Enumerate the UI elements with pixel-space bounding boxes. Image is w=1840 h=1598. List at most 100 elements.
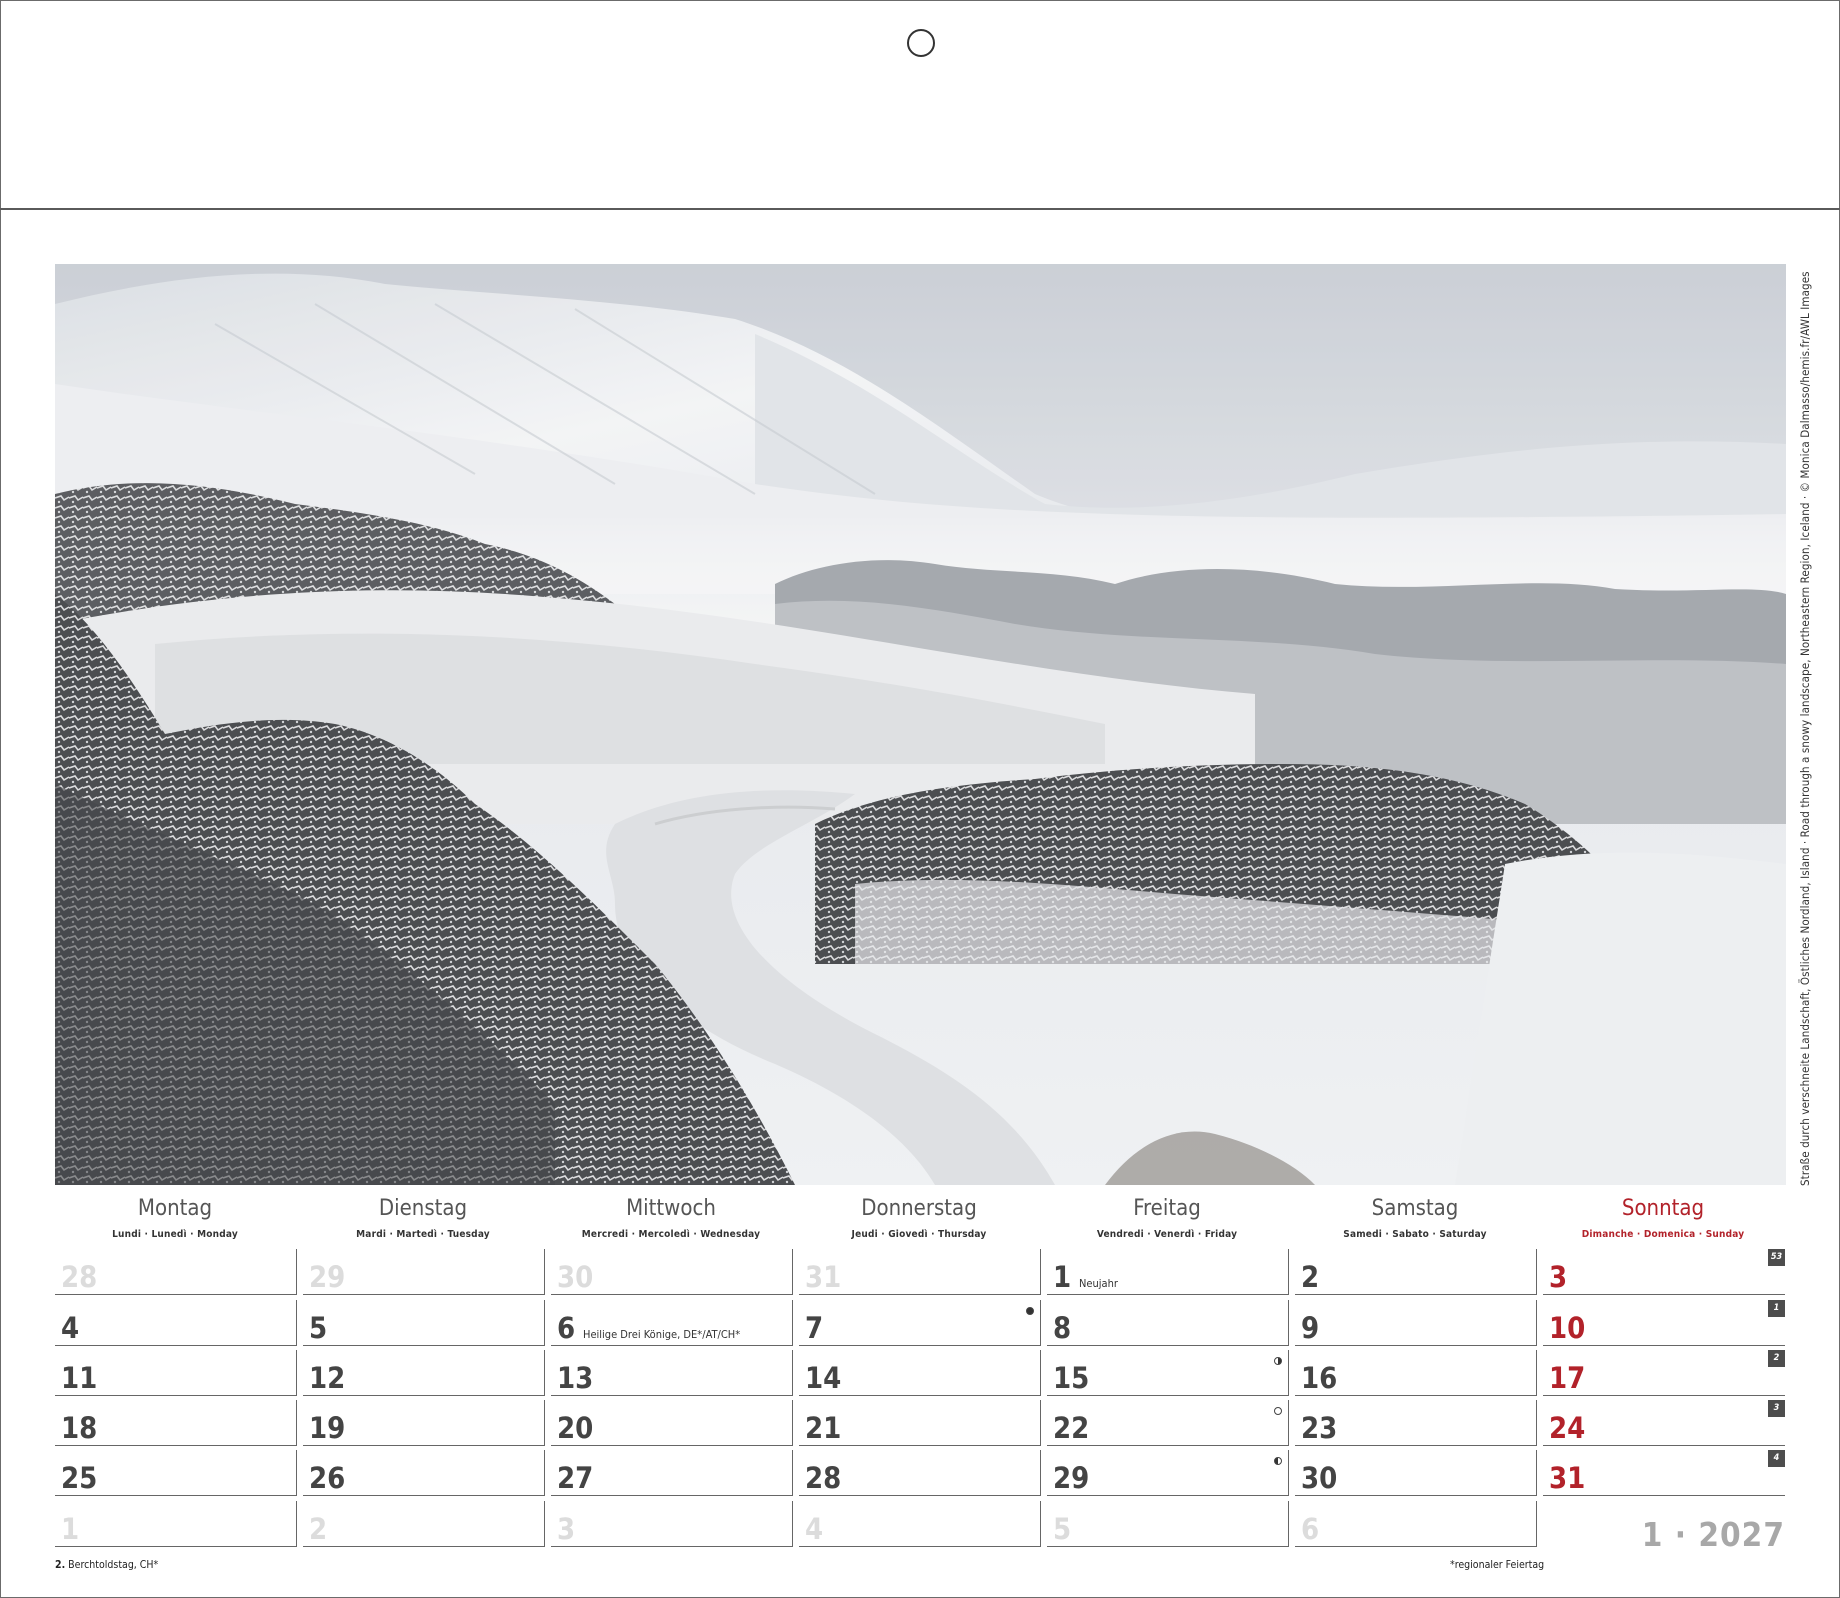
day-number: 29 [1053, 1461, 1090, 1495]
day-number: 6 [557, 1311, 576, 1345]
holiday-footnote-text: Berchtoldstag, CH* [68, 1559, 159, 1571]
weekday-name: Donnerstag [861, 1196, 977, 1221]
weekday-name: Mittwoch [626, 1196, 716, 1221]
day-number: 31 [805, 1260, 842, 1294]
weekday-name: Dienstag [378, 1196, 468, 1221]
day-number: 22 [1053, 1411, 1090, 1445]
day-cell: 13 [551, 1350, 793, 1396]
weekday-header: Samstag Samedi · Sabato · Saturday [1295, 1196, 1535, 1240]
day-number: 4 [805, 1512, 824, 1546]
day-cell: 31 4 [1543, 1450, 1785, 1496]
day-number: 13 [557, 1361, 594, 1395]
day-cell: 9 [1295, 1300, 1537, 1346]
day-number: 3 [1549, 1260, 1568, 1294]
day-number: 10 [1549, 1311, 1586, 1345]
day-cell: 29 [1047, 1450, 1289, 1496]
day-cell: 28 [55, 1249, 297, 1295]
regional-holiday-note: *regionaler Feiertag [1450, 1559, 1545, 1571]
day-number: 3 [557, 1512, 576, 1546]
day-cell: 16 [1295, 1350, 1537, 1396]
weekday-translations: Vendredi · Venerdì · Friday [1096, 1229, 1238, 1240]
day-number: 19 [309, 1411, 346, 1445]
weekday-translations: Samedi · Sabato · Saturday [1343, 1229, 1487, 1240]
day-number: 24 [1549, 1411, 1586, 1445]
day-number: 14 [805, 1361, 842, 1395]
day-number: 21 [805, 1411, 842, 1445]
day-number: 17 [1549, 1361, 1586, 1395]
day-number: 5 [1053, 1512, 1072, 1546]
day-cell: 6 Heilige Drei Könige, DE*/AT/CH* [551, 1300, 793, 1346]
day-cell: 21 [799, 1400, 1041, 1446]
weekday-name: Freitag [1133, 1196, 1201, 1221]
day-cell: 8 [1047, 1300, 1289, 1346]
day-cell: 27 [551, 1450, 793, 1496]
day-cell: 5 [1047, 1501, 1289, 1547]
day-number: 18 [61, 1411, 98, 1445]
day-number: 2 [1301, 1260, 1320, 1294]
day-cell: 1 [55, 1501, 297, 1547]
day-cell: 15 [1047, 1350, 1289, 1396]
day-cell: 5 [303, 1300, 545, 1346]
day-number: 15 [1053, 1361, 1090, 1395]
day-number: 12 [309, 1361, 346, 1395]
day-number: 30 [1301, 1461, 1338, 1495]
weekday-header: Freitag Vendredi · Venerdì · Friday [1047, 1196, 1287, 1240]
weekday-name: Samstag [1371, 1196, 1459, 1221]
day-number: 8 [1053, 1311, 1072, 1345]
day-number: 23 [1301, 1411, 1338, 1445]
day-cell: 6 [1295, 1501, 1537, 1547]
holiday-label: Heilige Drei Könige, DE*/AT/CH* [583, 1328, 741, 1341]
day-cell: 17 2 [1543, 1350, 1785, 1396]
day-cell: 1 Neujahr [1047, 1249, 1289, 1295]
month-year-label: 1 · 2027 [1641, 1515, 1785, 1554]
day-cell: 22 [1047, 1400, 1289, 1446]
day-cell: 3 [551, 1501, 793, 1547]
day-cell: 24 3 [1543, 1400, 1785, 1446]
day-number: 25 [61, 1461, 98, 1495]
weekday-translations: Dimanche · Domenica · Sunday [1581, 1229, 1745, 1240]
week-number-badge: 2 [1768, 1350, 1785, 1367]
first-moon-icon [1274, 1357, 1282, 1365]
weekday-header: Donnerstag Jeudi · Giovedì · Thursday [799, 1196, 1039, 1240]
day-cell: 26 [303, 1450, 545, 1496]
weekday-header: Sonntag Dimanche · Domenica · Sunday [1543, 1196, 1783, 1240]
day-cell: 29 [303, 1249, 545, 1295]
holiday-label: Neujahr [1079, 1277, 1118, 1290]
day-cell: 31 [799, 1249, 1041, 1295]
day-number: 5 [309, 1311, 328, 1345]
day-number: 28 [805, 1461, 842, 1495]
day-cell: 10 1 [1543, 1300, 1785, 1346]
day-cell: 23 [1295, 1400, 1537, 1446]
day-number: 2 [309, 1512, 328, 1546]
day-cell: 4 [55, 1300, 297, 1346]
day-cell: 2 [303, 1501, 545, 1547]
week-number-badge: 53 [1768, 1249, 1785, 1266]
weekday-header: Dienstag Mardi · Martedì · Tuesday [303, 1196, 543, 1240]
hanging-strip [0, 0, 1840, 210]
day-cell: 25 [55, 1450, 297, 1496]
day-cell: 2 [1295, 1249, 1537, 1295]
day-number: 9 [1301, 1311, 1320, 1345]
full-moon-icon [1274, 1407, 1282, 1415]
new-moon-icon [1026, 1307, 1034, 1315]
day-number: 20 [557, 1411, 594, 1445]
day-number: 1 [1053, 1260, 1072, 1294]
weekday-header: Montag Lundi · Lunedì · Monday [55, 1196, 295, 1240]
day-cell: 12 [303, 1350, 545, 1396]
day-cell: 30 [1295, 1450, 1537, 1496]
day-number: 16 [1301, 1361, 1338, 1395]
day-number: 6 [1301, 1512, 1320, 1546]
day-number: 30 [557, 1260, 594, 1294]
weekday-translations: Mardi · Martedì · Tuesday [356, 1229, 490, 1240]
day-cell: 11 [55, 1350, 297, 1396]
day-cell: 3 53 [1543, 1249, 1785, 1295]
day-cell: 14 [799, 1350, 1041, 1396]
week-number-badge: 3 [1768, 1400, 1785, 1417]
landscape-photo [55, 264, 1786, 1185]
day-cell: 7 [799, 1300, 1041, 1346]
holiday-footnote: 2. Berchtoldstag, CH* [55, 1559, 158, 1571]
day-cell: 30 [551, 1249, 793, 1295]
day-number: 26 [309, 1461, 346, 1495]
last-moon-icon [1274, 1457, 1282, 1465]
day-cell: 4 [799, 1501, 1041, 1547]
